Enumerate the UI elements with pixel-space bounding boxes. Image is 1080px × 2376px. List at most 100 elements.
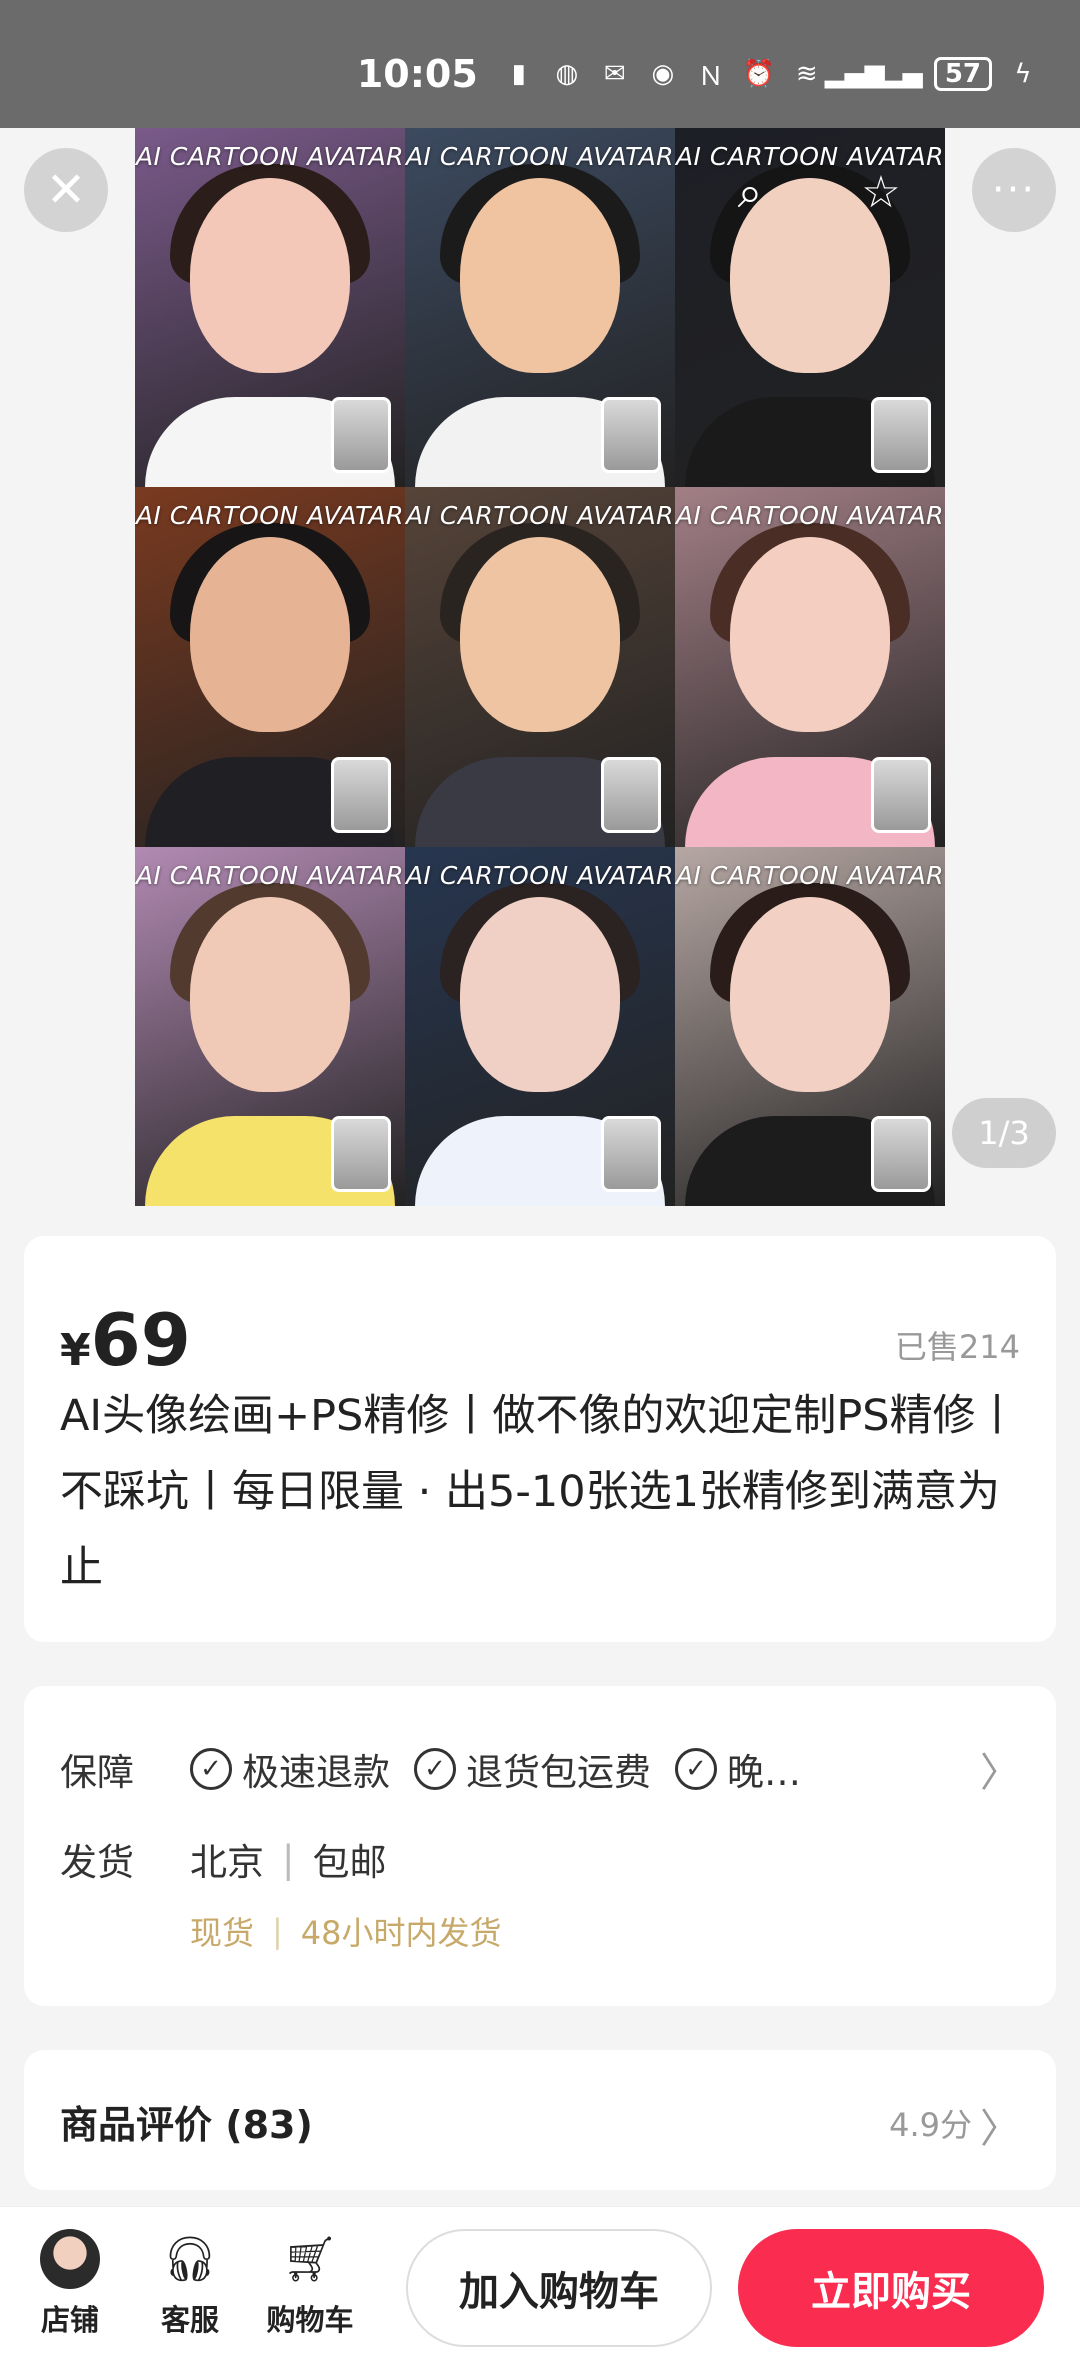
buy-now-button[interactable]: 立即购买	[738, 2229, 1044, 2347]
price-card: ¥ 69 已售214 AI头像绘画+PS精修丨做不像的欢迎定制PS精修丨不踩坑丨…	[24, 1236, 1056, 1642]
guarantee-label: 保障	[60, 1751, 134, 1794]
stock-status: 现货	[190, 1914, 255, 1952]
more-icon: ···	[991, 167, 1037, 213]
avatar-face	[190, 537, 350, 733]
favorite-button[interactable]: ☆	[853, 164, 909, 220]
star-icon: ☆	[861, 166, 901, 218]
customer-service-tab[interactable]: 🎧︎ 客服	[140, 2227, 240, 2339]
check-icon: ✓	[414, 1748, 456, 1790]
original-photo-thumb	[331, 1116, 391, 1192]
status-bar: 10:05 ▮ ◍ ✉ ◉ Ｎ ⏰ ≋ ▂▄▆ ▂▄ 57 ϟ	[0, 0, 1080, 128]
ship-info: 北京 | 包邮	[190, 1832, 386, 1886]
currency-symbol: ¥	[60, 1325, 91, 1376]
avatar-face	[190, 896, 350, 1092]
cart-icon: 🛒︎	[282, 2234, 338, 2285]
ship-detail: 现货 | 48小时内发货	[190, 1908, 502, 1954]
product-title[interactable]: AI头像绘画+PS精修丨做不像的欢迎定制PS精修丨不踩坑丨每日限量 · 出5-1…	[60, 1378, 1020, 1606]
signal-3g-icon: ▂▄	[882, 59, 923, 89]
tile-caption: AI CARTOON AVATAR	[405, 142, 675, 171]
chevron-right-icon[interactable]: 〉	[980, 1740, 1020, 1798]
guarantee-item: ✓ 退货包运费	[414, 1742, 651, 1796]
tile-caption: AI CARTOON AVATAR	[135, 142, 405, 171]
price: ¥ 69	[60, 1298, 191, 1382]
tile-caption: AI CARTOON AVATAR	[405, 501, 675, 531]
signal-5g-icon: ▂▄▆	[824, 59, 885, 89]
chevron-right-icon: 〉	[980, 2106, 1020, 2152]
ship-from: 北京	[190, 1841, 264, 1884]
status-time: 10:05	[356, 52, 478, 96]
avatar-face	[460, 178, 620, 373]
avatar-face	[460, 537, 620, 733]
original-photo-thumb	[331, 397, 391, 474]
check-icon: ✓	[675, 1748, 717, 1790]
original-photo-thumb	[871, 397, 931, 474]
store-tab[interactable]: 店铺	[20, 2227, 120, 2339]
guarantee-item: ✓ 晚…	[675, 1742, 801, 1796]
avatar-tile: AI CARTOON AVATAR	[135, 487, 405, 847]
price-value: 69	[90, 1298, 191, 1382]
sim-icon: ▮	[511, 59, 526, 89]
wifi-icon: ≋	[795, 59, 818, 89]
tile-caption: AI CARTOON AVATAR	[135, 501, 405, 531]
sold-count: 已售214	[894, 1328, 1020, 1366]
avatar-tile: AI CARTOON AVATAR	[675, 846, 945, 1206]
charging-icon: ϟ	[1014, 59, 1032, 89]
original-photo-thumb	[601, 1116, 661, 1192]
gallery-pager: 1/3	[952, 1098, 1056, 1168]
review-title: 商品评价 (83)	[60, 2103, 313, 2147]
gallery-image[interactable]: AI CARTOON AVATAR AI CARTOON AVATAR AI CAR…	[135, 128, 945, 1206]
original-photo-thumb	[871, 756, 931, 833]
bank-app-icon: ◍	[555, 59, 579, 89]
search-button[interactable]: ⌕	[722, 164, 778, 220]
avatar-tile: AI CARTOON AVATAR	[675, 487, 945, 847]
close-icon: ✕	[45, 162, 87, 218]
review-card[interactable]: 商品评价 (83) 4.9分 〉	[24, 2050, 1056, 2190]
divider: |	[282, 1837, 295, 1881]
review-rating: 4.9分	[889, 2106, 972, 2144]
close-button[interactable]: ✕	[24, 148, 108, 232]
avatar-tile: AI CARTOON AVATAR	[405, 128, 675, 488]
eye-icon: ◉	[651, 59, 675, 89]
ship-fee: 包邮	[312, 1841, 387, 1884]
cart-label: 购物车	[266, 2303, 354, 2337]
search-icon: ⌕	[737, 166, 763, 218]
guarantee-item: ✓ 极速退款	[190, 1742, 390, 1796]
battery-level: 57	[933, 57, 992, 91]
original-photo-thumb	[331, 756, 391, 833]
store-avatar	[40, 2229, 100, 2289]
tile-caption: AI CARTOON AVATAR	[405, 860, 675, 890]
tile-caption: AI CARTOON AVATAR	[675, 501, 945, 531]
customer-service-label: 客服	[160, 2303, 219, 2337]
product-sheet: AI CARTOON AVATAR AI CARTOON AVATAR AI CAR…	[0, 128, 1080, 2376]
tile-caption: AI CARTOON AVATAR	[675, 860, 945, 890]
avatar-tile: AI CARTOON AVATAR	[405, 846, 675, 1206]
avatar-face	[730, 896, 890, 1092]
product-gallery[interactable]: AI CARTOON AVATAR AI CARTOON AVATAR AI CAR…	[0, 128, 1080, 1206]
alarm-icon: ⏰	[742, 59, 775, 89]
check-icon: ✓	[190, 1748, 232, 1790]
avatar-face	[730, 537, 890, 733]
service-card[interactable]: 保障 ✓ 极速退款 ✓ 退货包运费 ✓ 晚… 〉 发货 北京 | 包邮 现货 |	[24, 1686, 1056, 2006]
guarantee-list[interactable]: ✓ 极速退款 ✓ 退货包运费 ✓ 晚…	[190, 1742, 801, 1796]
original-photo-thumb	[871, 1116, 931, 1192]
avatar-face	[460, 896, 620, 1092]
ship-label: 发货	[60, 1841, 134, 1884]
ship-time: 48小时内发货	[300, 1914, 502, 1952]
avatar-tile: AI CARTOON AVATAR	[405, 487, 675, 847]
add-to-cart-button[interactable]: 加入购物车	[406, 2229, 712, 2347]
avatar-tile: AI CARTOON AVATAR	[135, 846, 405, 1206]
avatar-tile: AI CARTOON AVATAR	[135, 128, 405, 488]
tile-caption: AI CARTOON AVATAR	[135, 860, 405, 890]
avatar-face	[190, 178, 350, 373]
nfc-icon: Ｎ	[697, 61, 724, 92]
headset-icon: 🎧︎	[162, 2234, 218, 2285]
original-photo-thumb	[601, 756, 661, 833]
bottom-action-bar: 店铺 🎧︎ 客服 🛒︎ 购物车 加入购物车 立即购买	[0, 2206, 1080, 2376]
status-icons: 10:05 ▮ ◍ ✉ ◉ Ｎ ⏰ ≋ ▂▄▆ ▂▄ 57 ϟ	[357, 52, 1040, 96]
wechat-icon: ✉	[603, 59, 626, 89]
divider: |	[272, 1912, 283, 1950]
original-photo-thumb	[601, 397, 661, 474]
store-label: 店铺	[40, 2303, 99, 2337]
more-button[interactable]: ···	[972, 148, 1056, 232]
cart-tab[interactable]: 🛒︎ 购物车	[260, 2227, 360, 2339]
